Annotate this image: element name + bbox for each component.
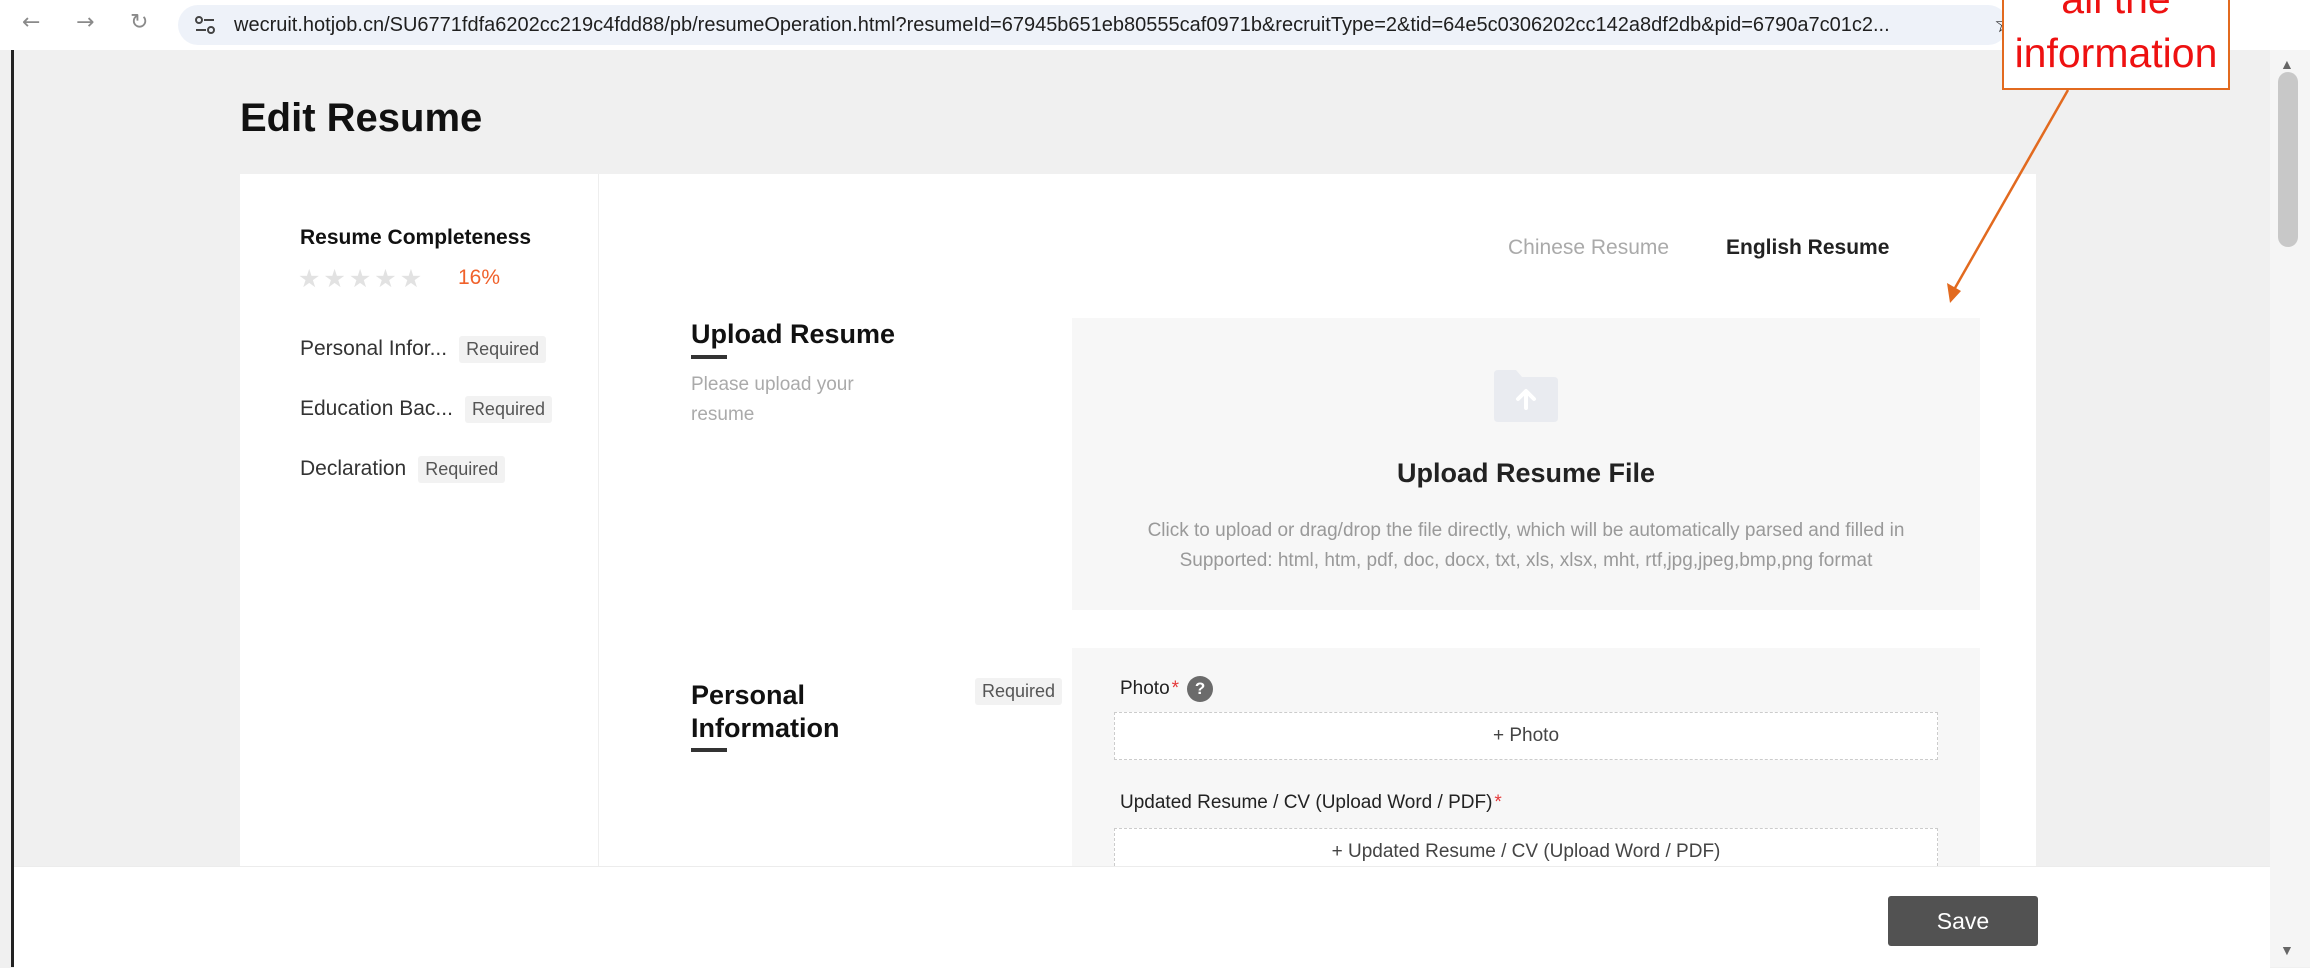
tab-chinese-resume[interactable]: Chinese Resume: [1508, 236, 1669, 260]
star-icon: ★: [323, 264, 349, 293]
star-icon: ★: [298, 264, 324, 293]
address-bar[interactable]: wecruit.hotjob.cn/SU6771fdfa6202cc219c4f…: [178, 5, 2008, 45]
browser-toolbar: ← → ↻ wecruit.hotjob.cn/SU6771fdfa6202cc…: [0, 0, 2310, 50]
required-asterisk: *: [1494, 792, 1502, 813]
section-underline: [691, 748, 727, 752]
annotation-callout: all the information: [2002, 0, 2230, 90]
completeness-stars: ★★★★★: [298, 264, 425, 293]
sidebar-item-personal-information[interactable]: Personal Infor... Required: [300, 332, 547, 366]
personal-information-title: Personal Information: [691, 679, 840, 745]
field-label-text: Updated Resume / CV (Upload Word / PDF): [1120, 792, 1493, 813]
sidebar-item-education-background[interactable]: Education Bac... Required: [300, 392, 552, 426]
back-arrow-icon[interactable]: ←: [22, 10, 40, 35]
scroll-down-arrow-icon[interactable]: ▼: [2280, 942, 2294, 958]
field-label-text: Photo: [1120, 678, 1170, 699]
upload-resume-title: Upload Resume: [691, 319, 896, 349]
resume-upload-dropzone[interactable]: Upload Resume File Click to upload or dr…: [1072, 318, 1980, 610]
folder-upload-icon: [1494, 370, 1558, 422]
help-question-icon[interactable]: ?: [1187, 676, 1214, 702]
url-text[interactable]: wecruit.hotjob.cn/SU6771fdfa6202cc219c4f…: [234, 14, 1994, 37]
window-frame-left: [11, 50, 14, 967]
sidebar-item-label: Declaration: [300, 457, 407, 480]
personal-information-title-line: Information: [691, 713, 840, 743]
required-badge: Required: [464, 395, 552, 423]
star-icon: ★: [348, 264, 375, 293]
photo-upload-button[interactable]: + Photo: [1114, 712, 1938, 760]
sidebar-item-declaration[interactable]: Declaration Required: [300, 452, 506, 486]
personal-information-title-line: Personal: [691, 680, 806, 710]
completeness-percent: 16%: [458, 266, 501, 289]
supported-formats-line: Supported: html, htm, pdf, doc, docx, tx…: [1179, 550, 1873, 571]
upload-resume-description: Please upload your resume: [691, 374, 854, 425]
completeness-label: Resume Completeness: [300, 226, 532, 249]
forward-arrow-icon[interactable]: →: [76, 10, 94, 35]
required-badge: Required: [975, 678, 1063, 705]
annotation-text: all the information: [2004, 0, 2228, 80]
required-asterisk: *: [1171, 678, 1180, 699]
annotation-line: all the: [2004, 0, 2228, 26]
resume-editor-card: Resume Completeness ★★★★★ 16% Personal I…: [240, 174, 2036, 967]
page-title: Edit Resume: [240, 96, 483, 140]
bottom-action-bar: Save: [14, 866, 2270, 968]
scrollbar-thumb[interactable]: [2278, 72, 2298, 247]
reload-icon[interactable]: ↻: [130, 10, 148, 35]
sidebar-item-label: Personal Infor...: [300, 337, 448, 360]
resume-cv-field-label: Updated Resume / CV (Upload Word / PDF) *: [1120, 792, 1502, 814]
sidebar: Resume Completeness ★★★★★ 16% Personal I…: [240, 174, 599, 967]
star-icon: ★: [399, 264, 426, 293]
save-button[interactable]: Save: [1888, 896, 2038, 946]
photo-field-label: Photo *?: [1120, 676, 1214, 702]
annotation-line: information: [2014, 30, 2218, 76]
section-underline: [691, 355, 727, 359]
upload-instructions-line: Click to upload or drag/drop the file di…: [1147, 520, 1905, 541]
scroll-up-arrow-icon[interactable]: ▲: [2280, 56, 2294, 72]
required-badge: Required: [459, 335, 547, 363]
sidebar-item-label: Education Bac...: [300, 397, 453, 420]
upload-resume-file-title: Upload Resume File: [1396, 458, 1656, 488]
required-badge: Required: [418, 455, 506, 483]
tab-english-resume[interactable]: English Resume: [1726, 236, 1889, 260]
upload-instructions: Click to upload or drag/drop the file di…: [1072, 516, 1980, 576]
site-settings-icon[interactable]: [194, 15, 216, 35]
star-icon: ★: [374, 264, 400, 293]
